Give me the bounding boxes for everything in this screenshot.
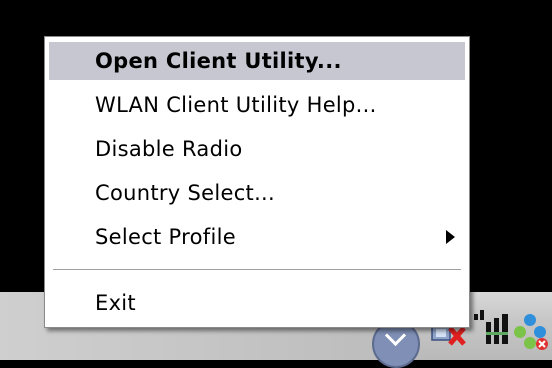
menu-item-label: Disable Radio (95, 137, 243, 161)
submenu-arrow-icon (446, 230, 455, 244)
menu-item-wlan-client-utility-help[interactable]: WLAN Client Utility Help... (49, 86, 465, 124)
menu-item-exit[interactable]: Exit (49, 284, 465, 322)
menu-item-open-client-utility[interactable]: Open Client Utility... (49, 42, 465, 80)
menu-item-disable-radio[interactable]: Disable Radio (49, 130, 465, 168)
menu-separator (53, 269, 461, 270)
menu-item-label: Open Client Utility... (95, 49, 342, 73)
menu-item-label: WLAN Client Utility Help... (95, 93, 377, 117)
wlan-signal-icon[interactable] (472, 308, 514, 348)
menu-item-label: Exit (95, 291, 136, 315)
wlan-utility-status-icon[interactable] (514, 312, 550, 350)
menu-item-label: Country Select... (95, 181, 276, 205)
tray-context-menu: Open Client Utility... WLAN Client Utili… (44, 36, 470, 328)
menu-item-label: Select Profile (95, 225, 236, 249)
menu-item-country-select[interactable]: Country Select... (49, 174, 465, 212)
menu-item-select-profile[interactable]: Select Profile (49, 218, 465, 256)
